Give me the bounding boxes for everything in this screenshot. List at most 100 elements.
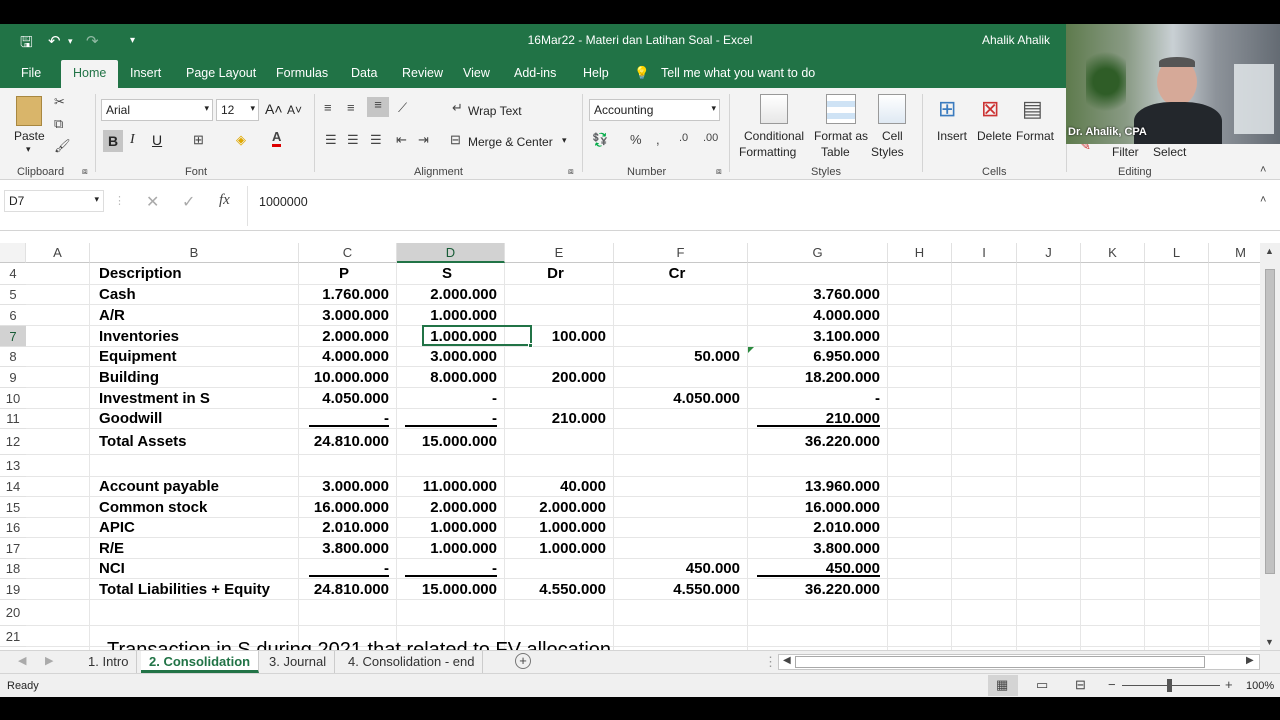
scroll-thumb[interactable] xyxy=(1265,269,1275,574)
decrease-decimal-icon[interactable]: .00 xyxy=(703,132,718,144)
tab-splitter-icon[interactable]: ⋮ xyxy=(764,654,777,670)
row-label[interactable]: Building xyxy=(99,369,299,387)
row-header[interactable]: 11 xyxy=(0,409,26,429)
row-label[interactable]: Equipment xyxy=(99,348,299,366)
redo-icon[interactable]: ↷ xyxy=(86,32,99,50)
filter-button[interactable]: Filter xyxy=(1112,145,1139,159)
row-header[interactable]: 9 xyxy=(0,367,26,388)
row-header[interactable]: 7 xyxy=(0,326,26,347)
tab-home[interactable]: Home xyxy=(61,60,119,88)
cell-e[interactable]: 4.550.000 xyxy=(505,581,606,599)
row-label[interactable]: NCI xyxy=(99,560,299,578)
row-label[interactable]: Cash xyxy=(99,286,299,304)
conditional-formatting-label-2[interactable]: Formatting xyxy=(739,145,796,159)
row-header[interactable]: 20 xyxy=(0,600,26,626)
cell-e[interactable]: 2.000.000 xyxy=(505,499,606,517)
cell-e[interactable]: 40.000 xyxy=(505,478,606,496)
cell-e[interactable]: 210.000 xyxy=(505,410,606,428)
row-header[interactable]: 16 xyxy=(0,518,26,538)
cell-c[interactable]: 3.000.000 xyxy=(299,307,389,325)
cell-c[interactable]: 4.050.000 xyxy=(299,390,389,408)
row-label[interactable]: R/E xyxy=(99,540,299,558)
cell-d[interactable]: - xyxy=(397,390,497,408)
underline-button[interactable]: U xyxy=(152,132,162,148)
lightbulb-icon[interactable]: 💡 xyxy=(634,66,650,81)
copy-icon[interactable]: ⧉ xyxy=(54,116,63,132)
column-header-l[interactable]: L xyxy=(1145,243,1209,263)
cell-d[interactable]: 2.000.000 xyxy=(397,499,497,517)
page-break-view-icon[interactable]: ⊟ xyxy=(1075,677,1086,693)
cell-g[interactable]: 13.960.000 xyxy=(748,478,880,496)
cell-d[interactable]: 15.000.000 xyxy=(397,581,497,599)
tab-insert[interactable]: Insert xyxy=(130,66,161,80)
enter-icon[interactable]: ✓ xyxy=(182,192,195,212)
row-label[interactable]: APIC xyxy=(99,519,299,537)
row-header[interactable]: 17 xyxy=(0,538,26,559)
cell-d[interactable]: 2.000.000 xyxy=(397,286,497,304)
row-header[interactable]: 18 xyxy=(0,559,26,579)
align-center-icon[interactable]: ☰ xyxy=(347,132,359,148)
cell-c[interactable]: 2.000.000 xyxy=(299,328,389,346)
add-sheet-icon[interactable]: + xyxy=(515,653,531,669)
column-header-k[interactable]: K xyxy=(1081,243,1145,263)
tab-formulas[interactable]: Formulas xyxy=(276,66,328,80)
decrease-indent-icon[interactable]: ⇤ xyxy=(396,132,407,148)
select-all-corner[interactable] xyxy=(0,243,26,263)
number-format-select[interactable]: Accounting ▾ xyxy=(589,99,720,121)
vertical-scrollbar[interactable]: ▲ ▼ xyxy=(1260,243,1280,650)
increase-indent-icon[interactable]: ⇥ xyxy=(418,132,429,148)
cell-c[interactable]: 3.800.000 xyxy=(299,540,389,558)
row-header[interactable]: 21 xyxy=(0,626,26,647)
zoom-out-icon[interactable]: − xyxy=(1108,677,1116,692)
column-header-e[interactable]: E xyxy=(505,243,614,263)
worksheet-grid[interactable]: A B C D E F G H I J K L M 4 Description P S Dr Cr 5 Cash 1.76… xyxy=(0,243,1260,650)
column-header-b[interactable]: B xyxy=(90,243,299,263)
align-left-icon[interactable]: ☰ xyxy=(325,132,337,148)
row-header[interactable]: 8 xyxy=(0,347,26,367)
row-label[interactable]: Account payable xyxy=(99,478,299,496)
cell-c[interactable]: 4.000.000 xyxy=(299,348,389,366)
cell-f[interactable]: 50.000 xyxy=(614,348,740,366)
cell-d[interactable]: 1.000.000 xyxy=(397,540,497,558)
tab-add-ins[interactable]: Add-ins xyxy=(514,66,556,80)
cell-f[interactable]: 4.550.000 xyxy=(614,581,740,599)
row-header[interactable]: 19 xyxy=(0,579,26,600)
paste-dropdown-icon[interactable]: ▾ xyxy=(26,144,31,155)
undo-dropdown-icon[interactable]: ▾ xyxy=(68,36,73,47)
column-header-a[interactable]: A xyxy=(26,243,90,263)
column-header-i[interactable]: I xyxy=(952,243,1017,263)
cell-d[interactable]: 1.000.000 xyxy=(397,519,497,537)
cell-c[interactable]: 1.760.000 xyxy=(299,286,389,304)
font-name-select[interactable]: Arial ▾ xyxy=(101,99,213,121)
row-header[interactable]: 12 xyxy=(0,429,26,455)
select-button[interactable]: Select xyxy=(1153,145,1186,159)
scroll-up-icon[interactable]: ▲ xyxy=(1265,246,1274,256)
cell-c[interactable]: P xyxy=(299,265,389,283)
cell-g[interactable]: 16.000.000 xyxy=(748,499,880,517)
format-cells-button[interactable]: Format xyxy=(1016,129,1054,143)
cell-d[interactable]: 11.000.000 xyxy=(397,478,497,496)
row-label[interactable]: Common stock xyxy=(99,499,299,517)
align-right-icon[interactable]: ☰ xyxy=(370,132,382,148)
customize-qat-icon[interactable]: ▾ xyxy=(130,35,135,46)
user-name[interactable]: Ahalik Ahalik xyxy=(982,33,1050,47)
column-header-d[interactable]: D xyxy=(397,243,505,263)
row-label[interactable]: Inventories xyxy=(99,328,299,346)
sheet-tab[interactable]: 1. Intro xyxy=(80,651,138,673)
zoom-slider-thumb[interactable] xyxy=(1167,679,1172,692)
number-launcher-icon[interactable]: ⧈ xyxy=(716,166,722,177)
cell-styles-label-2[interactable]: Styles xyxy=(871,145,904,159)
horizontal-scrollbar[interactable]: ◀ ▶ xyxy=(778,654,1260,670)
column-header-m[interactable]: M xyxy=(1209,243,1260,263)
cell-e[interactable]: 1.000.000 xyxy=(505,519,606,537)
increase-font-icon[interactable]: A˄ xyxy=(265,101,283,117)
bold-button[interactable]: B xyxy=(103,130,123,152)
cancel-icon[interactable]: ✕ xyxy=(146,192,159,212)
collapse-ribbon-icon[interactable]: ˄ xyxy=(1260,164,1266,176)
scroll-down-icon[interactable]: ▼ xyxy=(1265,637,1274,647)
cell-c[interactable]: 3.000.000 xyxy=(299,478,389,496)
cell-d[interactable]: 1.000.000 xyxy=(397,307,497,325)
paste-icon[interactable] xyxy=(16,96,42,126)
scroll-left-icon[interactable]: ◀ xyxy=(783,655,791,666)
clipboard-launcher-icon[interactable]: ⧈ xyxy=(82,166,88,177)
